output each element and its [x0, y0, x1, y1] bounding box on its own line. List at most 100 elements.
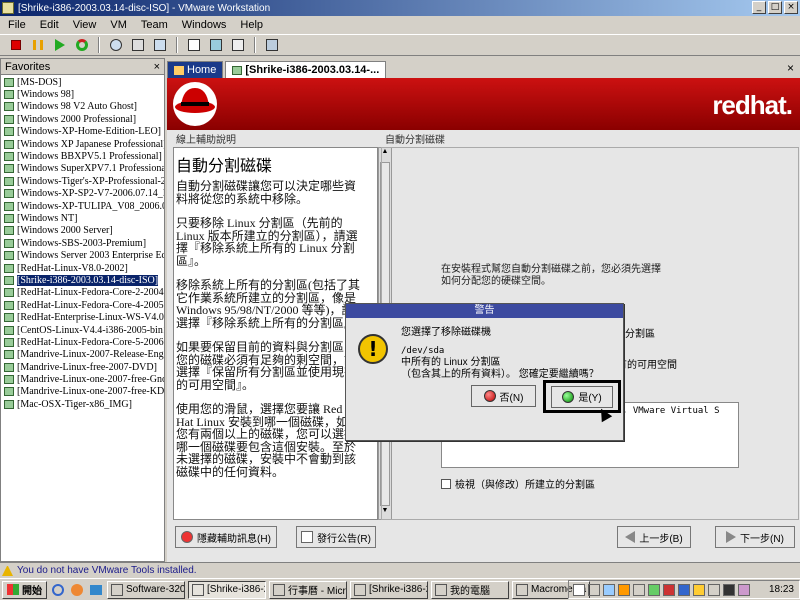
- favorites-item[interactable]: [RedHat-Linux-Fedora-Core-5-2006-i...: [1, 336, 164, 348]
- favorites-item[interactable]: [Windows 2000 Professional]: [1, 113, 164, 125]
- favorites-item[interactable]: [Shrike-i386-2003.03.14-disc-ISO]: [1, 274, 164, 286]
- reset-button[interactable]: [72, 36, 92, 54]
- favorites-item[interactable]: [Mandrive-Linux-free-2007-DVD]: [1, 361, 164, 373]
- favorites-item[interactable]: [Mandrive-Linux-2007-Release-Eng-C...: [1, 349, 164, 361]
- menu-windows[interactable]: Windows: [182, 19, 227, 31]
- maximize-button[interactable]: □: [768, 1, 782, 14]
- power-on-button[interactable]: [50, 36, 70, 54]
- desktop-icon[interactable]: [88, 582, 104, 598]
- favorites-item[interactable]: [Mandrive-Linux-one-2007-free-KDE]: [1, 386, 164, 398]
- hide-help-button[interactable]: 隱藏輔助訊息(H): [175, 526, 277, 548]
- status-message[interactable]: You do not have VMware Tools installed.: [17, 565, 197, 576]
- release-notes-button[interactable]: 發行公告(R): [296, 526, 376, 548]
- favorites-item[interactable]: [RedHat-Linux-V8.0-2002]: [1, 262, 164, 274]
- favorites-item-label: [RedHat-Linux-Fedora-Core-2-2004]: [17, 287, 164, 299]
- favorites-item[interactable]: [Windows BBXPV5.1 Professional]: [1, 150, 164, 162]
- revert-snapshot-button[interactable]: [128, 36, 148, 54]
- close-button[interactable]: ×: [784, 1, 798, 14]
- menu-vm[interactable]: VM: [110, 19, 127, 31]
- next-button[interactable]: 下一步(N): [715, 526, 795, 548]
- favorites-item[interactable]: [RedHat-Linux-Fedora-Core-2-2004]: [1, 287, 164, 299]
- tray-security-icon[interactable]: [618, 583, 630, 596]
- menu-view[interactable]: View: [73, 19, 97, 31]
- firefox-icon[interactable]: [69, 582, 85, 598]
- dialog-yes-button[interactable]: 是(Y): [551, 385, 613, 408]
- favorites-item[interactable]: [Mandrive-Linux-one-2007-free-Gnom...: [1, 373, 164, 385]
- minimize-button[interactable]: _: [752, 1, 766, 14]
- vm-console[interactable]: redhat. 線上輔助說明 自動分割磁碟 自動分割磁碟讓您可以決定哪些資料將從…: [167, 78, 800, 562]
- suspend-icon: [33, 40, 43, 50]
- menu-team[interactable]: Team: [141, 19, 168, 31]
- taskbar-task-label: [Shrike-i386-2...: [207, 584, 265, 595]
- favorites-item[interactable]: [Windows-XP-SP2-V7-2006.07.14_IS...: [1, 188, 164, 200]
- vm-icon: [4, 288, 14, 298]
- summary-view-button[interactable]: [228, 36, 248, 54]
- favorites-item[interactable]: [Windows SuperXPV7.1 Professional]: [1, 163, 164, 175]
- favorites-item[interactable]: [Windows-XP-TULIPA_V08_2006.08...: [1, 200, 164, 212]
- console-view-button[interactable]: [262, 36, 282, 54]
- favorites-close-button[interactable]: ×: [154, 61, 160, 73]
- favorites-item-label: [Windows 2000 Server]: [17, 225, 113, 237]
- favorites-item[interactable]: [RedHat-Linux-Fedora-Core-4-2005]: [1, 299, 164, 311]
- tray-volume-icon[interactable]: [708, 583, 720, 596]
- favorites-item[interactable]: [Mac-OSX-Tiger-x86_IMG]: [1, 398, 164, 410]
- tab-vm[interactable]: [Shrike-i386-2003.03.14-...: [225, 61, 387, 78]
- favorites-item[interactable]: [Windows 98 V2 Auto Ghost]: [1, 101, 164, 113]
- dialog-no-button[interactable]: 否(N): [471, 385, 536, 407]
- tray-app-icon[interactable]: [633, 583, 645, 596]
- fullscreen-button[interactable]: [206, 36, 226, 54]
- menu-help[interactable]: Help: [240, 19, 263, 31]
- favorites-item[interactable]: [Windows 98]: [1, 88, 164, 100]
- favorites-item[interactable]: [Windows-Tiger's-XP-Professional-20...: [1, 175, 164, 187]
- start-button[interactable]: 開始: [2, 580, 47, 599]
- tab-close-button[interactable]: ×: [787, 61, 794, 75]
- suspend-button[interactable]: [28, 36, 48, 54]
- vm-icon: [4, 350, 14, 360]
- partition-option-text[interactable]: 有的可用空間: [617, 356, 677, 371]
- vmware-app-icon: [2, 2, 14, 14]
- favorites-item[interactable]: [Windows 2000 Server]: [1, 225, 164, 237]
- back-button[interactable]: 上一步(B): [617, 526, 691, 548]
- taskbar-task-button[interactable]: 行事曆 - Micr...: [269, 580, 347, 599]
- clock[interactable]: 18:23: [769, 584, 794, 595]
- tray-ime-icon[interactable]: [573, 583, 585, 596]
- ie-icon[interactable]: [50, 582, 66, 598]
- favorites-item[interactable]: [RedHat-Enterprise-Linux-WS-V4.0-2...: [1, 311, 164, 323]
- snapshot-manager-button[interactable]: [150, 36, 170, 54]
- favorites-item[interactable]: [Windows XP Japanese Professional]: [1, 138, 164, 150]
- favorites-item[interactable]: [Windows-SBS-2003-Premium]: [1, 237, 164, 249]
- tray-app-icon[interactable]: [723, 583, 735, 596]
- partition-option-text[interactable]: 分割區: [625, 325, 655, 340]
- review-partitions-row[interactable]: 隱藏輔助訊息(H) 檢視（與修改）所建立的分割區: [441, 476, 595, 491]
- drive-item[interactable]: , VMware Virtual S: [622, 406, 720, 416]
- favorites-item[interactable]: [Windows-XP-Home-Edition-LEO]: [1, 126, 164, 138]
- console-view-icon: [266, 39, 278, 51]
- menu-edit[interactable]: Edit: [40, 19, 59, 31]
- taskbar-task-button[interactable]: [Shrike-i386-2...: [188, 580, 266, 599]
- warning-icon: !: [358, 334, 388, 364]
- favorites-item[interactable]: [Windows Server 2003 Enterprise Editi...: [1, 249, 164, 261]
- power-off-button[interactable]: [6, 36, 26, 54]
- tray-app-icon[interactable]: [693, 583, 705, 596]
- help-section-label: 線上輔助說明: [176, 135, 236, 146]
- dialog-detail-line: 中所有的 Linux 分割區: [401, 357, 501, 368]
- favorites-item[interactable]: [MS-DOS]: [1, 76, 164, 88]
- quick-switch-button[interactable]: [184, 36, 204, 54]
- review-checkbox[interactable]: [441, 478, 451, 489]
- menu-file[interactable]: File: [8, 19, 26, 31]
- tray-app-icon[interactable]: [678, 583, 690, 596]
- snapshot-button[interactable]: [106, 36, 126, 54]
- tray-app-icon[interactable]: [648, 583, 660, 596]
- favorites-item[interactable]: [Windows NT]: [1, 212, 164, 224]
- tray-app-icon[interactable]: [663, 583, 675, 596]
- taskbar-task-button[interactable]: 我的電腦: [431, 580, 509, 599]
- vm-icon: [4, 399, 14, 409]
- favorites-item-label: [Mandrive-Linux-one-2007-free-KDE]: [17, 386, 164, 398]
- tray-network-icon[interactable]: [603, 583, 615, 596]
- favorites-item[interactable]: [CentOS-Linux-V4.4-i386-2005-bin1-...: [1, 324, 164, 336]
- taskbar-task-button[interactable]: [Shrike-i386-2...: [350, 580, 428, 599]
- tray-app-icon[interactable]: [738, 583, 750, 596]
- tab-home[interactable]: Home: [167, 61, 224, 78]
- taskbar-task-button[interactable]: Software-320G...: [107, 580, 185, 599]
- tray-keyboard-icon[interactable]: [588, 583, 600, 596]
